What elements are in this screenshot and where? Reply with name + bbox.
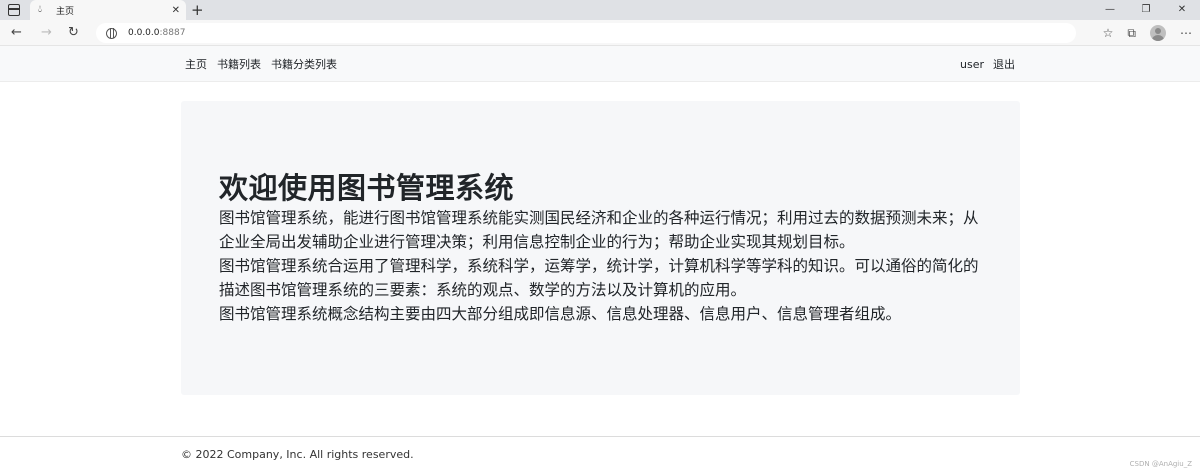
reload-icon[interactable]: ↻ xyxy=(68,24,79,42)
toolbar-right-actions: ☆ ⧉ ⋯ xyxy=(1103,23,1192,43)
browser-tabstrip: 💧︎ 主页 ✕ + — ❐ ✕ xyxy=(0,0,1200,20)
tab-title: 主页 xyxy=(56,6,75,17)
close-window-icon[interactable]: ✕ xyxy=(1164,0,1200,20)
profile-avatar-icon[interactable] xyxy=(1150,25,1166,41)
nav-link-category-list[interactable]: 书籍分类列表 xyxy=(271,56,337,72)
address-bar[interactable]: 0.0.0.0:8887 xyxy=(96,23,1076,43)
nav-link-home[interactable]: 主页 xyxy=(185,56,207,72)
globe-icon xyxy=(106,27,117,39)
page-title: 欢迎使用图书管理系统 xyxy=(219,171,515,205)
description-line: 描述图书馆管理系统的三要素：系统的观点、数学的方法以及计算机的应用。 xyxy=(219,281,747,299)
system-description: 图书馆管理系统，能进行图书馆管理系统能实测国民经济和企业的各种运行情况；利用过去… xyxy=(219,206,994,326)
window-menu-icon[interactable] xyxy=(8,4,20,16)
more-options-icon[interactable]: ⋯ xyxy=(1180,23,1192,43)
browser-tab-home[interactable]: 💧︎ 主页 ✕ xyxy=(30,0,186,20)
favorites-icon[interactable]: ☆ xyxy=(1103,23,1114,43)
back-arrow-icon[interactable]: ← xyxy=(11,24,22,42)
welcome-jumbotron: 欢迎使用图书管理系统 图书馆管理系统，能进行图书馆管理系统能实测国民经济和企业的… xyxy=(181,101,1020,395)
window-controls: — ❐ ✕ xyxy=(1092,0,1200,20)
url-text: 0.0.0.0:8887 xyxy=(128,28,186,38)
description-line: 图书馆管理系统，能进行图书馆管理系统能实测国民经济和企业的各种运行情况；利用过去… xyxy=(219,209,979,227)
user-link[interactable]: user xyxy=(960,58,984,71)
collections-icon[interactable]: ⧉ xyxy=(1127,23,1136,43)
footer-copyright: © 2022 Company, Inc. All rights reserved… xyxy=(181,448,414,461)
flame-favicon-icon: 💧︎ xyxy=(38,4,42,15)
footer-divider xyxy=(0,436,1200,437)
nav-link-book-list[interactable]: 书籍列表 xyxy=(217,56,261,72)
logout-link[interactable]: 退出 xyxy=(993,56,1015,72)
watermark-text: CSDN @AnAgiu_Z xyxy=(1129,460,1192,468)
minimize-icon[interactable]: — xyxy=(1092,0,1128,20)
new-tab-button[interactable]: + xyxy=(191,1,204,19)
nav-links: 主页 书籍列表 书籍分类列表 xyxy=(185,46,337,82)
description-line: 企业全局出发辅助企业进行管理决策；利用信息控制企业的行为；帮助企业实现其规划目标… xyxy=(219,233,855,251)
restore-icon[interactable]: ❐ xyxy=(1128,0,1164,20)
description-line: 图书馆管理系统合运用了管理科学，系统科学，运筹学，统计学，计算机科学等学科的知识… xyxy=(219,257,979,275)
description-line: 图书馆管理系统概念结构主要由四大部分组成即信息源、信息处理器、信息用户、信息管理… xyxy=(219,305,902,323)
forward-arrow-icon[interactable]: → xyxy=(41,24,52,42)
close-tab-icon[interactable]: ✕ xyxy=(172,5,180,16)
site-navbar: 主页 书籍列表 书籍分类列表 user 退出 xyxy=(0,46,1200,82)
nav-user-area: user 退出 xyxy=(960,46,1015,82)
browser-toolbar: ← → ↻ 0.0.0.0:8887 ☆ ⧉ ⋯ xyxy=(0,20,1200,46)
